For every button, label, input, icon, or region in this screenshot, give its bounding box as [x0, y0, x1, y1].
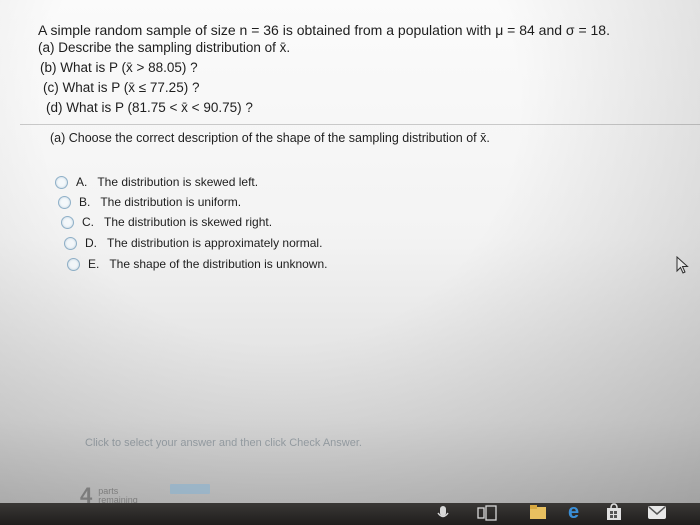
progress-bar — [170, 484, 210, 494]
instruction-text: Click to select your answer and then cli… — [85, 437, 362, 449]
answer-prompt: (a) Choose the correct description of th… — [50, 131, 490, 145]
radio-button-icon[interactable] — [58, 195, 71, 209]
edge-icon[interactable]: e — [564, 500, 586, 522]
radio-button-icon[interactable] — [55, 175, 68, 189]
mic-icon[interactable] — [436, 503, 450, 523]
option-a[interactable]: A. The distribution is skewed left. — [55, 175, 258, 189]
screen: A simple random sample of size n = 36 is… — [0, 0, 700, 525]
option-d[interactable]: D. The distribution is approximately nor… — [64, 236, 322, 250]
task-view-icon[interactable] — [476, 503, 498, 523]
option-letter: D. — [85, 236, 97, 250]
option-text: The distribution is approximately normal… — [107, 236, 323, 250]
taskbar — [0, 503, 700, 525]
option-text: The shape of the distribution is unknown… — [109, 257, 328, 271]
option-text: The distribution is skewed right. — [104, 215, 273, 229]
cursor-arrow-icon — [676, 256, 689, 274]
option-c[interactable]: C. The distribution is skewed right. — [61, 215, 272, 229]
svg-text:e: e — [568, 501, 579, 522]
question-part-b: (b) What is P (x̄ > 88.05) ? — [40, 60, 198, 75]
question-part-a: (a) Describe the sampling distribution o… — [38, 40, 291, 55]
radio-button-icon[interactable] — [64, 236, 77, 250]
option-e[interactable]: E. The shape of the distribution is unkn… — [67, 257, 327, 271]
option-text: The distribution is uniform. — [100, 195, 242, 209]
option-b[interactable]: B. The distribution is uniform. — [58, 195, 241, 209]
section-divider — [20, 124, 700, 125]
question-part-d: (d) What is P (81.75 < x̄ < 90.75) ? — [46, 100, 253, 115]
option-letter: B. — [79, 195, 91, 209]
folder-icon[interactable] — [528, 503, 548, 521]
radio-button-icon[interactable] — [61, 215, 74, 229]
question-stem: A simple random sample of size n = 36 is… — [38, 22, 610, 38]
option-letter: C. — [82, 215, 94, 229]
option-letter: A. — [76, 175, 88, 189]
radio-button-icon[interactable] — [67, 257, 80, 271]
store-icon[interactable] — [604, 502, 624, 522]
question-part-c: (c) What is P (x̄ ≤ 77.25) ? — [43, 80, 200, 95]
option-letter: E. — [88, 257, 100, 271]
option-text: The distribution is skewed left. — [97, 175, 259, 189]
mail-icon[interactable] — [646, 502, 668, 522]
